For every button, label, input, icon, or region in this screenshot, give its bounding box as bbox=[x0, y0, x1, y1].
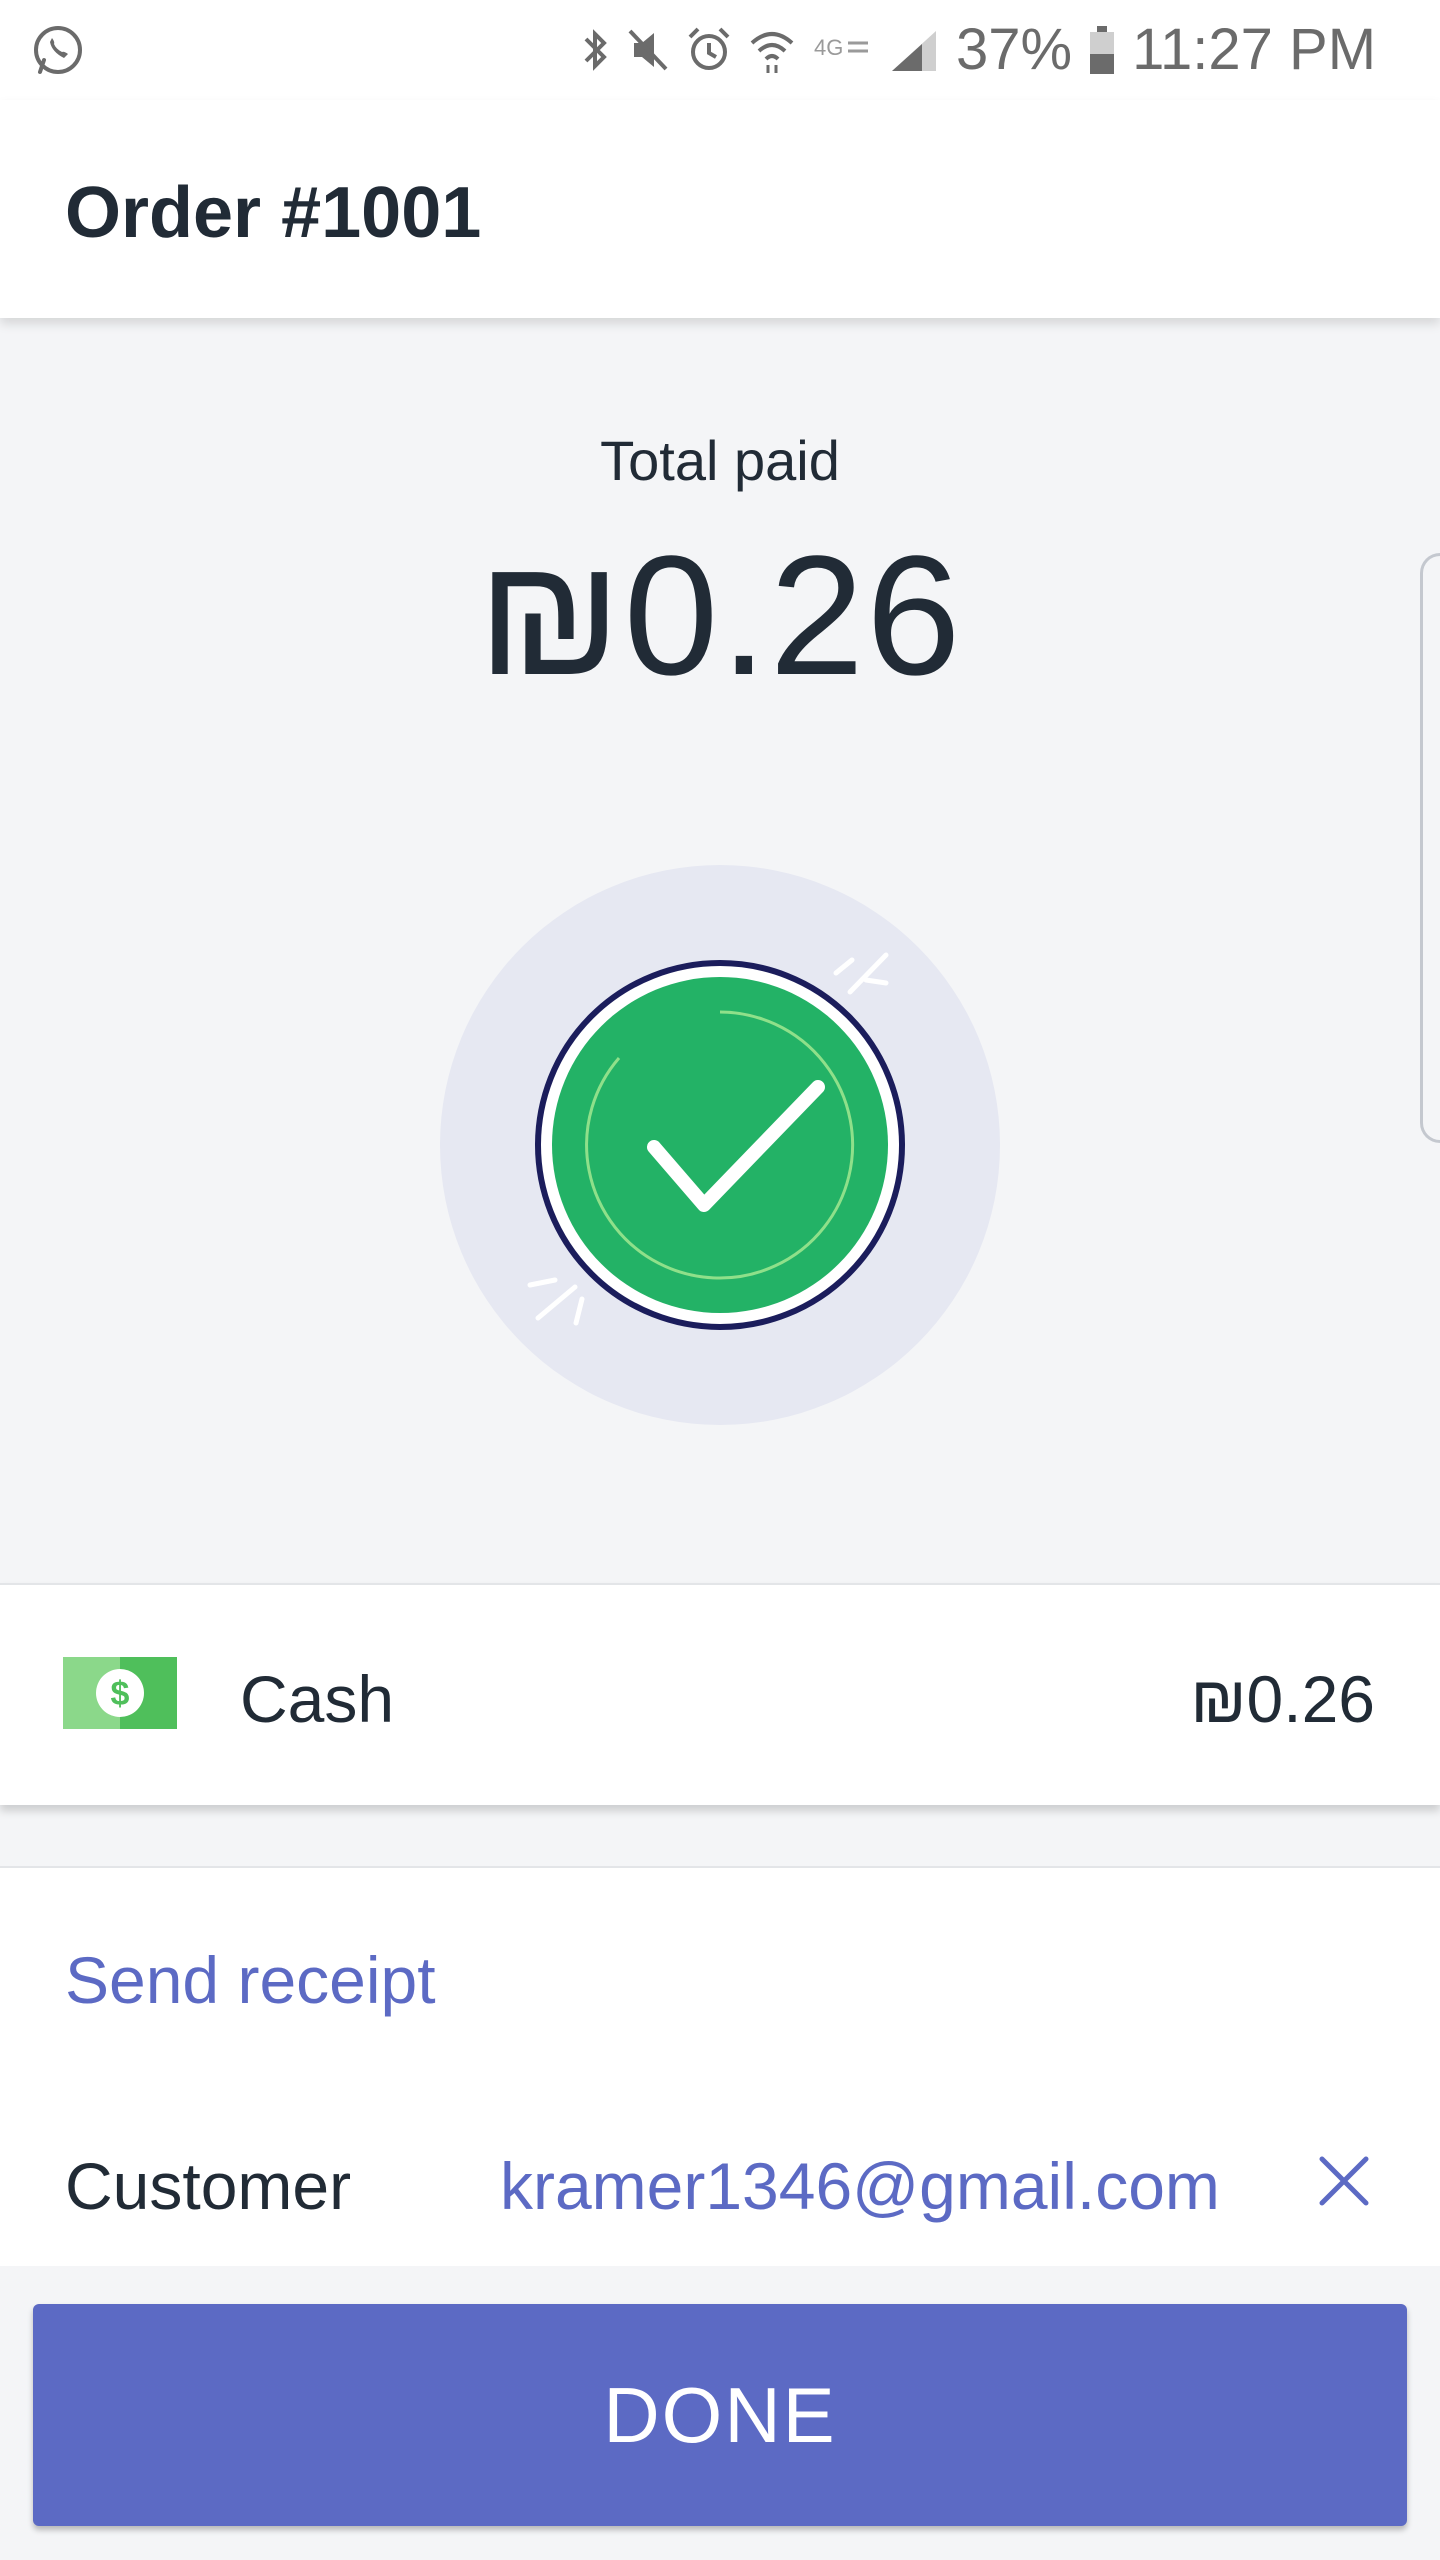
payment-row: $ Cash ₪0.26 bbox=[0, 1583, 1440, 1805]
total-paid-label: Total paid bbox=[600, 429, 840, 492]
mute-icon bbox=[628, 29, 668, 71]
app-header: Order #1001 bbox=[0, 100, 1440, 318]
wifi-icon bbox=[750, 32, 794, 73]
receipt-section: Send receipt Customer kramer1346@gmail.c… bbox=[0, 1866, 1440, 2266]
payment-summary: Total paid ₪0.26 bbox=[0, 318, 1440, 1583]
success-check-icon bbox=[440, 865, 1000, 1425]
cash-icon: $ bbox=[63, 1657, 177, 1729]
bluetooth-icon bbox=[584, 29, 607, 71]
4g-icon: 4G bbox=[814, 35, 868, 60]
status-icons: 4G 37% 11:27 PM bbox=[580, 18, 1376, 82]
customer-label: Customer bbox=[65, 2149, 352, 2223]
payment-amount: ₪0.26 bbox=[1190, 1662, 1376, 1736]
signal-icon bbox=[892, 31, 936, 71]
side-panel-edge bbox=[1420, 553, 1440, 1143]
total-paid-amount: ₪0.26 bbox=[477, 521, 963, 711]
done-button[interactable]: DONE bbox=[33, 2304, 1407, 2526]
svg-text:$: $ bbox=[111, 1675, 130, 1713]
svg-text:4G: 4G bbox=[814, 35, 843, 60]
whatsapp-icon bbox=[34, 26, 82, 74]
alarm-icon bbox=[688, 27, 730, 70]
status-bar: 4G 37% 11:27 PM bbox=[0, 0, 1440, 100]
payment-method-label: Cash bbox=[240, 1662, 395, 1736]
send-receipt-link[interactable]: Send receipt bbox=[65, 1942, 436, 2018]
customer-email[interactable]: kramer1346@gmail.com bbox=[500, 2148, 1220, 2224]
clock: 11:27 PM bbox=[1132, 17, 1377, 82]
close-icon[interactable] bbox=[1314, 2151, 1374, 2211]
footer: DONE bbox=[0, 2266, 1440, 2560]
page-title: Order #1001 bbox=[65, 173, 482, 253]
battery-icon bbox=[1090, 26, 1115, 74]
battery-percent: 37% bbox=[956, 17, 1073, 82]
